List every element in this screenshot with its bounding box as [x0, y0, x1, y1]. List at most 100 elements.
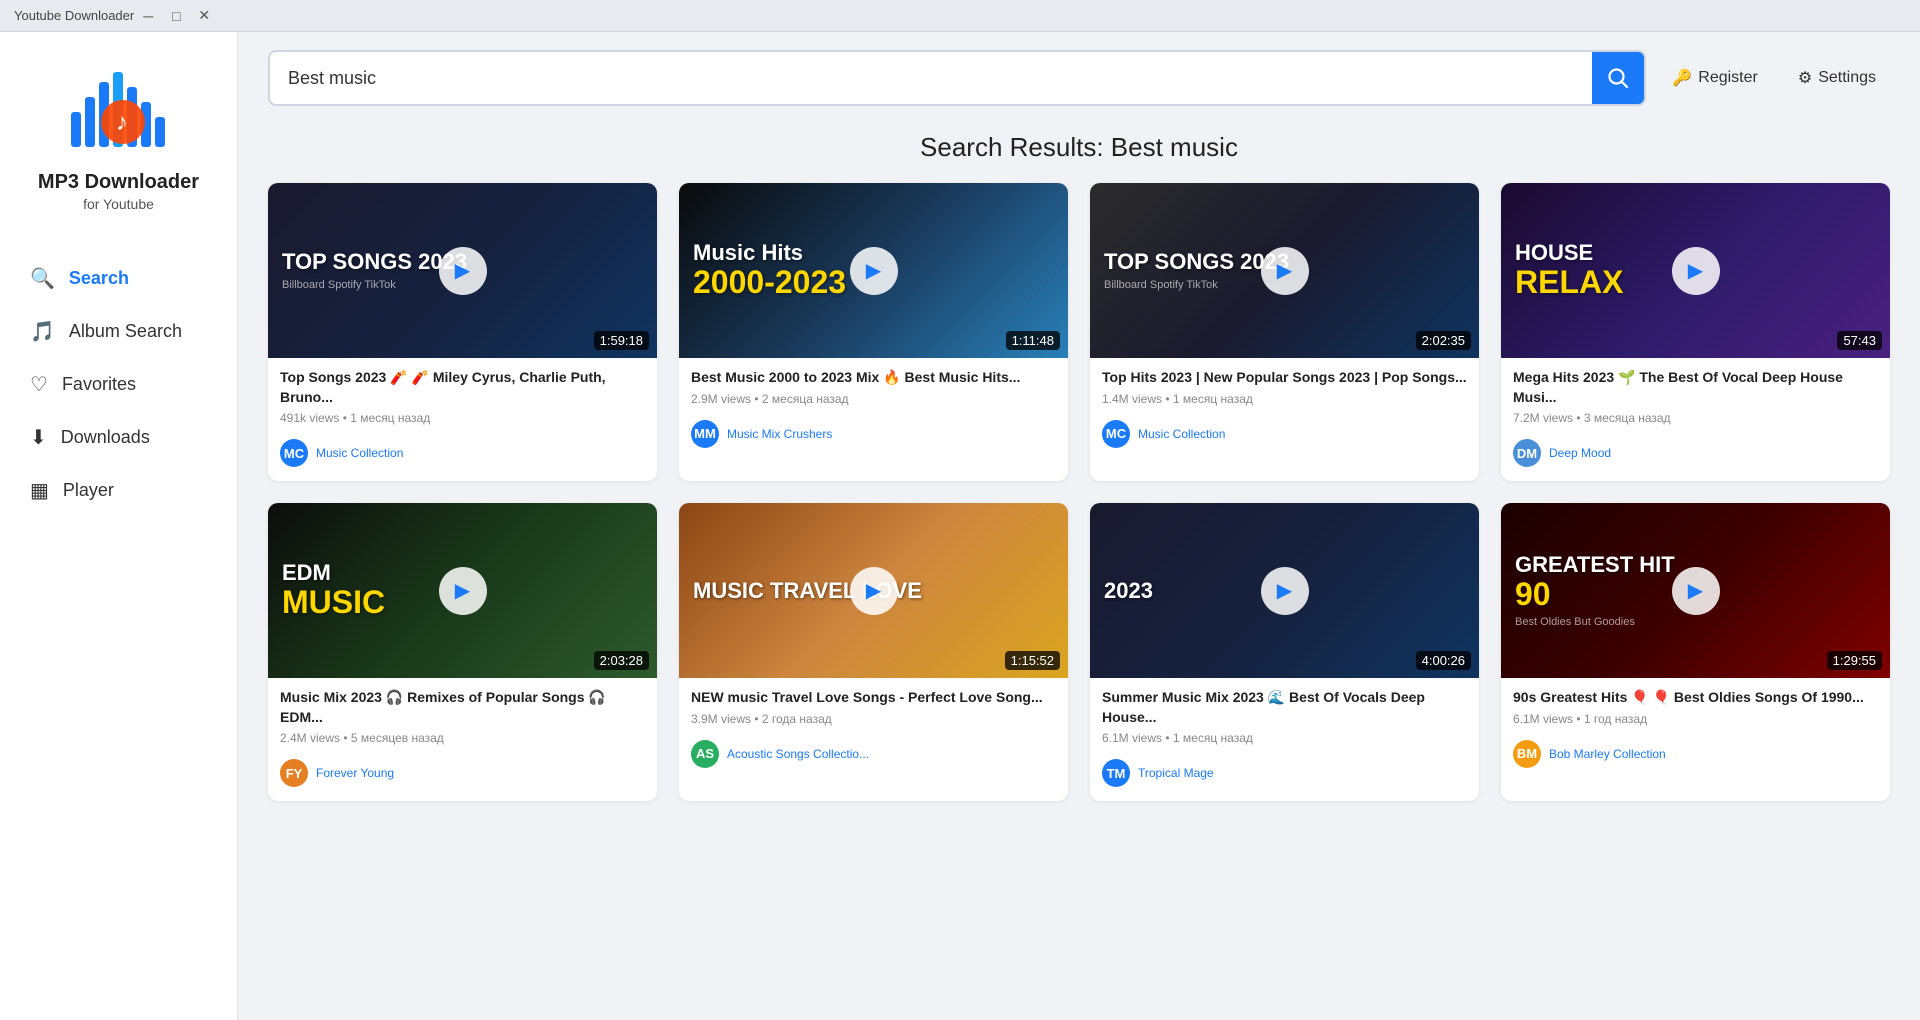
channel-avatar-3: MC — [1102, 420, 1130, 448]
duration-badge-1: 1:59:18 — [594, 331, 649, 350]
video-thumbnail-1: TOP SONGS 2023 Billboard Spotify TikTok … — [268, 183, 657, 358]
card-title-2: Best Music 2000 to 2023 Mix 🔥 Best Music… — [691, 368, 1056, 388]
sidebar-item-favorites[interactable]: ♡ Favorites — [0, 358, 237, 411]
register-button[interactable]: 🔑 Register — [1658, 60, 1772, 96]
app-logo: ♪ — [63, 52, 173, 162]
card-meta-7: 6.1M views • 1 месяц назад — [1102, 731, 1467, 745]
sidebar-item-album-search-label: Album Search — [69, 321, 182, 342]
logo-area: ♪ MP3 Downloader for Youtube — [38, 52, 199, 212]
app-title: MP3 Downloader — [38, 170, 199, 194]
video-thumbnail-6: MUSIC TRAVEL LOVE ▶ 1:15:52 — [679, 503, 1068, 678]
sidebar-item-player-label: Player — [63, 480, 114, 501]
sidebar-item-downloads[interactable]: ⬇ Downloads — [0, 411, 237, 464]
maximize-button[interactable]: □ — [162, 2, 190, 30]
search-input[interactable] — [270, 56, 1592, 101]
video-card-5[interactable]: EDMMUSIC ▶ 2:03:28 Music Mix 2023 🎧 Remi… — [268, 503, 657, 801]
card-title-7: Summer Music Mix 2023 🌊 Best Of Vocals D… — [1102, 688, 1467, 727]
svg-text:♪: ♪ — [116, 109, 128, 136]
card-meta-2: 2.9M views • 2 месяца назад — [691, 392, 1056, 406]
results-title: Search Results: Best music — [268, 132, 1890, 163]
card-info-4: Mega Hits 2023 🌱 The Best Of Vocal Deep … — [1501, 358, 1890, 481]
channel-avatar-1: MC — [280, 439, 308, 467]
card-channel-7[interactable]: TM Tropical Mage — [1102, 753, 1467, 795]
video-card-4[interactable]: HOUSERELAX ▶ 57:43 Mega Hits 2023 🌱 The … — [1501, 183, 1890, 481]
play-button-1[interactable]: ▶ — [439, 247, 487, 295]
settings-button[interactable]: ⚙ Settings — [1784, 60, 1890, 96]
video-card-8[interactable]: GREATEST HIT90 Best Oldies But Goodies ▶… — [1501, 503, 1890, 801]
video-thumbnail-8: GREATEST HIT90 Best Oldies But Goodies ▶… — [1501, 503, 1890, 678]
card-info-3: Top Hits 2023 | New Popular Songs 2023 |… — [1090, 358, 1479, 462]
video-card-2[interactable]: Music Hits2000-2023 ▶ 1:11:48 Best Music… — [679, 183, 1068, 481]
card-meta-5: 2.4M views • 5 месяцев назад — [280, 731, 645, 745]
card-channel-8[interactable]: BM Bob Marley Collection — [1513, 734, 1878, 776]
card-meta-8: 6.1M views • 1 год назад — [1513, 712, 1878, 726]
favorites-icon: ♡ — [30, 372, 48, 397]
results-area: Search Results: Best music TOP SONGS 202… — [238, 106, 1920, 1020]
card-info-2: Best Music 2000 to 2023 Mix 🔥 Best Music… — [679, 358, 1068, 462]
card-info-8: 90s Greatest Hits 🎈 🎈 Best Oldies Songs … — [1501, 678, 1890, 782]
play-button-3[interactable]: ▶ — [1261, 247, 1309, 295]
channel-avatar-6: AS — [691, 740, 719, 768]
card-title-6: NEW music Travel Love Songs - Perfect Lo… — [691, 688, 1056, 708]
card-channel-1[interactable]: MC Music Collection — [280, 433, 645, 475]
header: 🔑 Register ⚙ Settings — [238, 32, 1920, 106]
search-button[interactable] — [1592, 52, 1644, 104]
card-channel-2[interactable]: MM Music Mix Crushers — [691, 414, 1056, 456]
video-card-3[interactable]: TOP SONGS 2023 Billboard Spotify TikTok … — [1090, 183, 1479, 481]
card-title-1: Top Songs 2023 🧨 🧨 Miley Cyrus, Charlie … — [280, 368, 645, 407]
duration-badge-5: 2:03:28 — [594, 651, 649, 670]
channel-name-7: Tropical Mage — [1138, 766, 1214, 780]
card-channel-4[interactable]: DM Deep Mood — [1513, 433, 1878, 475]
video-card-7[interactable]: 2023 ▶ 4:00:26 Summer Music Mix 2023 🌊 B… — [1090, 503, 1479, 801]
channel-avatar-8: BM — [1513, 740, 1541, 768]
sidebar-item-search-label: Search — [69, 268, 129, 289]
play-button-5[interactable]: ▶ — [439, 567, 487, 615]
video-card-6[interactable]: MUSIC TRAVEL LOVE ▶ 1:15:52 NEW music Tr… — [679, 503, 1068, 801]
duration-badge-4: 57:43 — [1837, 331, 1882, 350]
channel-avatar-4: DM — [1513, 439, 1541, 467]
album-search-icon: 🎵 — [30, 319, 55, 344]
close-button[interactable]: ✕ — [190, 2, 218, 30]
play-button-4[interactable]: ▶ — [1672, 247, 1720, 295]
card-title-3: Top Hits 2023 | New Popular Songs 2023 |… — [1102, 368, 1467, 388]
channel-avatar-5: FY — [280, 759, 308, 787]
sidebar-item-search[interactable]: 🔍 Search — [0, 252, 237, 305]
video-thumbnail-2: Music Hits2000-2023 ▶ 1:11:48 — [679, 183, 1068, 358]
channel-name-5: Forever Young — [316, 766, 394, 780]
card-meta-1: 491k views • 1 месяц назад — [280, 411, 645, 425]
nav-items: 🔍 Search 🎵 Album Search ♡ Favorites ⬇ Do… — [0, 252, 237, 517]
channel-name-3: Music Collection — [1138, 427, 1225, 441]
card-channel-6[interactable]: AS Acoustic Songs Collectio... — [691, 734, 1056, 776]
card-title-5: Music Mix 2023 🎧 Remixes of Popular Song… — [280, 688, 645, 727]
video-thumbnail-3: TOP SONGS 2023 Billboard Spotify TikTok … — [1090, 183, 1479, 358]
play-button-2[interactable]: ▶ — [850, 247, 898, 295]
player-icon: ▦ — [30, 478, 49, 503]
play-button-6[interactable]: ▶ — [850, 567, 898, 615]
play-button-8[interactable]: ▶ — [1672, 567, 1720, 615]
sidebar-item-album-search[interactable]: 🎵 Album Search — [0, 305, 237, 358]
channel-avatar-2: MM — [691, 420, 719, 448]
play-button-7[interactable]: ▶ — [1261, 567, 1309, 615]
card-info-5: Music Mix 2023 🎧 Remixes of Popular Song… — [268, 678, 657, 801]
channel-name-6: Acoustic Songs Collectio... — [727, 747, 869, 761]
channel-name-2: Music Mix Crushers — [727, 427, 832, 441]
main-content: 🔑 Register ⚙ Settings Search Results: Be… — [238, 32, 1920, 1020]
search-btn-icon — [1607, 67, 1629, 89]
app-subtitle: for Youtube — [83, 196, 154, 212]
video-thumbnail-7: 2023 ▶ 4:00:26 — [1090, 503, 1479, 678]
search-bar — [268, 50, 1646, 106]
minimize-button[interactable]: ─ — [134, 2, 162, 30]
channel-name-8: Bob Marley Collection — [1549, 747, 1666, 761]
video-card-1[interactable]: TOP SONGS 2023 Billboard Spotify TikTok … — [268, 183, 657, 481]
card-info-1: Top Songs 2023 🧨 🧨 Miley Cyrus, Charlie … — [268, 358, 657, 481]
card-info-6: NEW music Travel Love Songs - Perfect Lo… — [679, 678, 1068, 782]
register-icon: 🔑 — [1672, 68, 1692, 88]
sidebar-item-player[interactable]: ▦ Player — [0, 464, 237, 517]
card-info-7: Summer Music Mix 2023 🌊 Best Of Vocals D… — [1090, 678, 1479, 801]
sidebar: ♪ MP3 Downloader for Youtube 🔍 Search 🎵 … — [0, 32, 238, 1020]
search-icon: 🔍 — [30, 266, 55, 291]
channel-name-4: Deep Mood — [1549, 446, 1611, 460]
card-channel-5[interactable]: FY Forever Young — [280, 753, 645, 795]
card-channel-3[interactable]: MC Music Collection — [1102, 414, 1467, 456]
sidebar-item-favorites-label: Favorites — [62, 374, 136, 395]
